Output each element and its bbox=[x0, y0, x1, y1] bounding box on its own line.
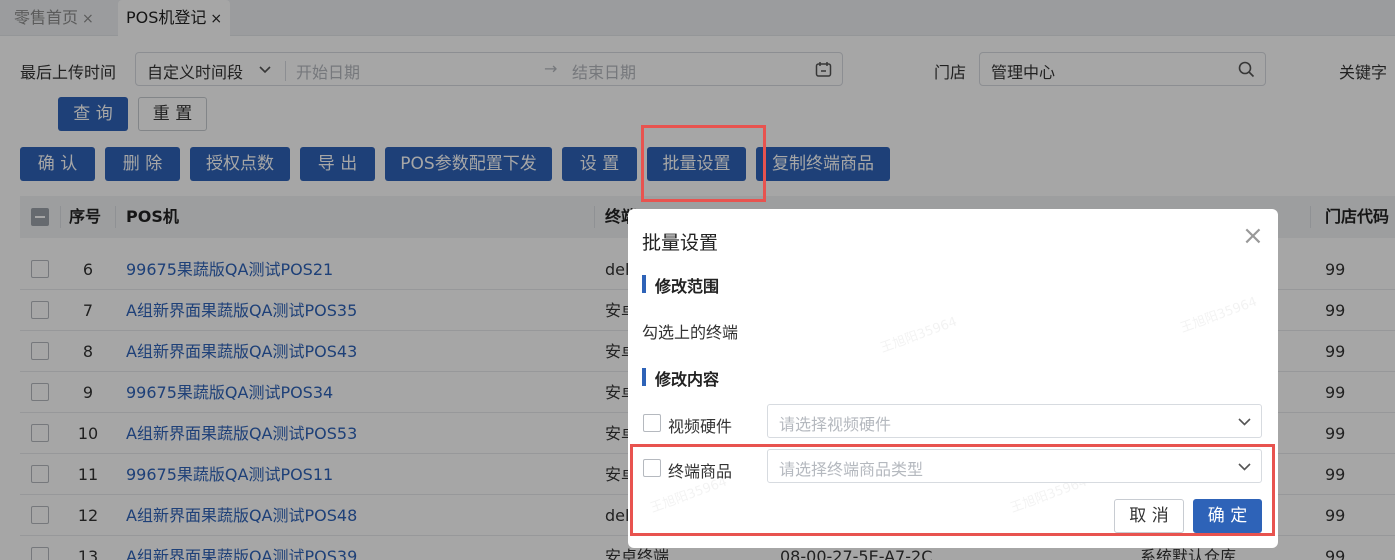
video-hardware-placeholder: 请选择视频硬件 bbox=[779, 415, 892, 434]
highlight-box bbox=[630, 444, 1275, 536]
watermark: 王旭阳35964 bbox=[1178, 294, 1260, 337]
video-hardware-label: 视频硬件 bbox=[668, 417, 733, 436]
dialog-title: 批量设置 bbox=[642, 232, 719, 254]
content-section-title: 修改内容 bbox=[642, 366, 719, 390]
close-icon[interactable]: × bbox=[1242, 223, 1264, 249]
highlight-box bbox=[641, 125, 766, 202]
video-hardware-checkbox[interactable] bbox=[643, 414, 661, 432]
chevron-down-icon bbox=[1238, 418, 1251, 426]
video-hardware-select[interactable]: 请选择视频硬件 bbox=[767, 404, 1262, 438]
scope-section-title: 修改范围 bbox=[642, 273, 719, 297]
scope-text: 勾选上的终端 bbox=[642, 323, 739, 342]
watermark: 王旭阳35964 bbox=[878, 314, 960, 357]
